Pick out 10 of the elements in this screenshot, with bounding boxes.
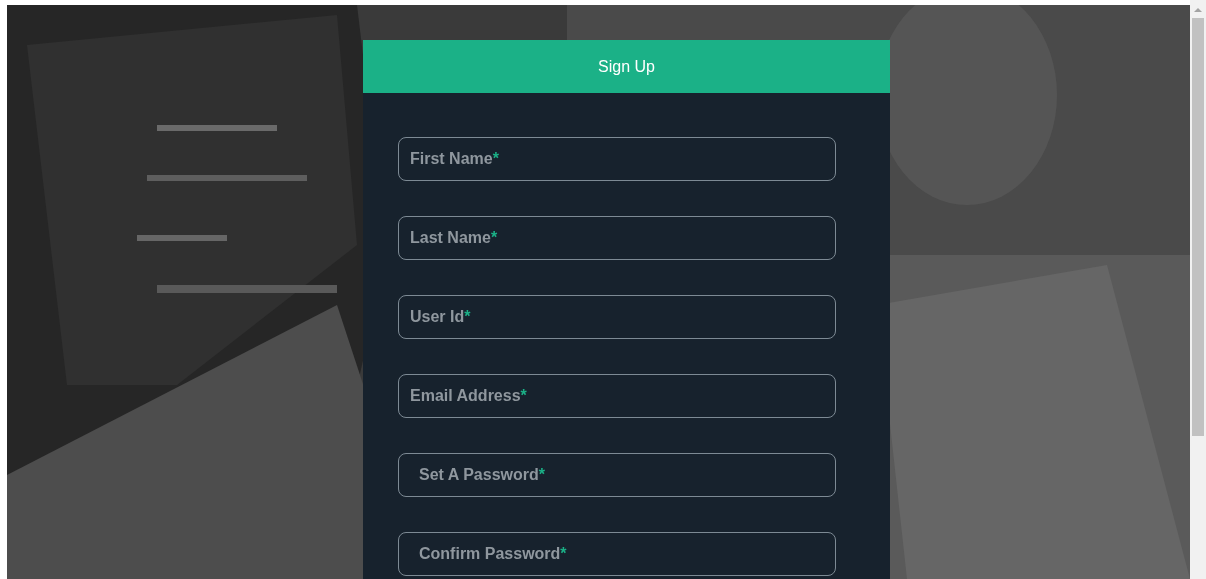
form-title: Sign Up: [598, 57, 655, 76]
input-field[interactable]: Last Name*: [398, 216, 836, 260]
input-field[interactable]: First Name*: [398, 137, 836, 181]
scrollbar[interactable]: [1190, 0, 1206, 579]
input-field[interactable]: Confirm Password*: [398, 532, 836, 576]
input-field[interactable]: Email Address*: [398, 374, 836, 418]
input-field[interactable]: Set A Password*: [398, 453, 836, 497]
scroll-thumb[interactable]: [1192, 18, 1204, 436]
scroll-up-icon[interactable]: [1194, 8, 1202, 12]
input-field[interactable]: User Id*: [398, 295, 836, 339]
